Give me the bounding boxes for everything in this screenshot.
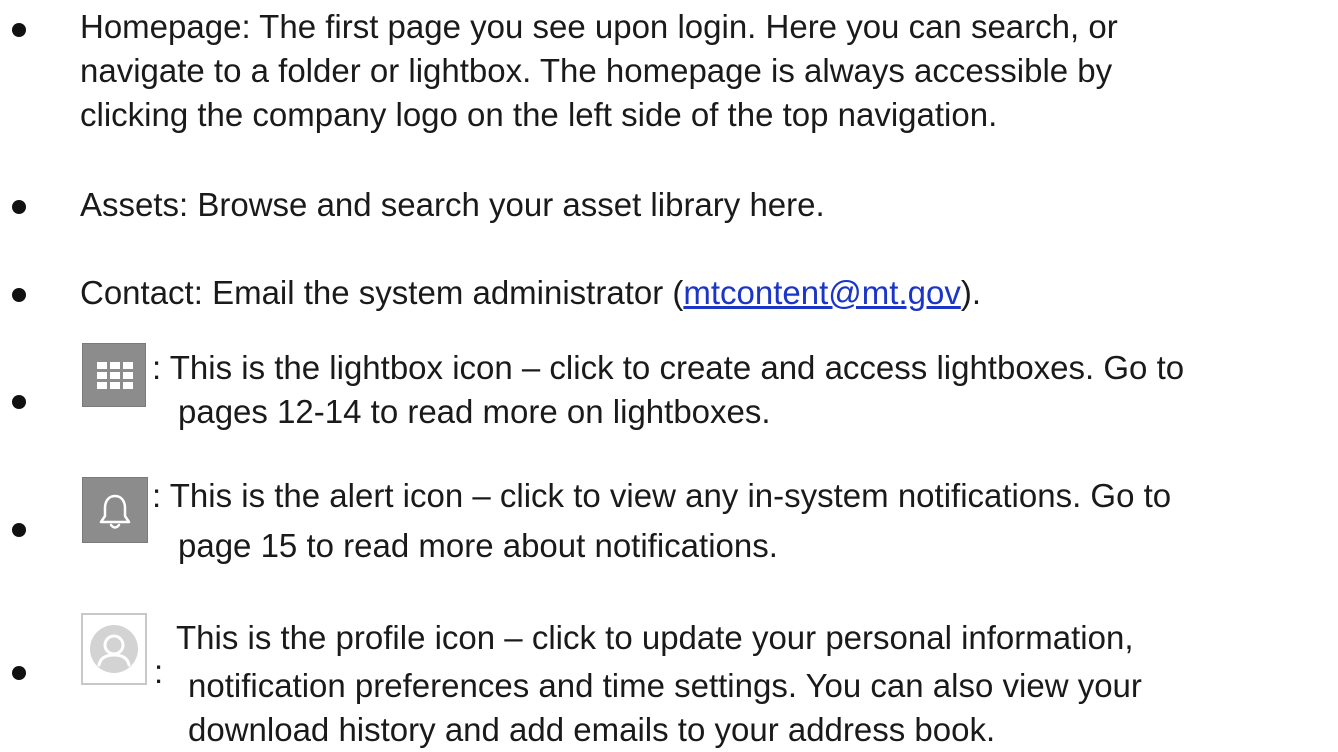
bullet-profile — [12, 666, 26, 680]
profile-text-line-1: This is the profile icon – click to upda… — [176, 619, 1134, 656]
bullet-homepage — [12, 23, 26, 37]
assets-text: Assets: Browse and search your asset lib… — [80, 186, 825, 223]
lightbox-text-line-2: pages 12-14 to read more on lightboxes. — [178, 393, 771, 430]
homepage-text-line-3: clicking the company logo on the left si… — [80, 96, 998, 133]
alert-text-line-2: page 15 to read more about notifications… — [178, 527, 778, 564]
lightbox-text-line-1: : This is the lightbox icon – click to c… — [152, 349, 1185, 386]
homepage-text-line-2: navigate to a folder or lightbox. The ho… — [80, 52, 1113, 89]
bullet-alert — [12, 523, 26, 537]
contact-prefix: Contact: Email the system administrator … — [80, 274, 684, 311]
lightbox-grid-icon — [82, 343, 146, 407]
profile-text-line-3: download history and add emails to your … — [188, 711, 996, 748]
profile-text-line-2: notification preferences and time settin… — [188, 667, 1142, 704]
contact-suffix: ). — [960, 274, 981, 311]
contact-email-link[interactable]: mtcontent@mt.gov — [683, 274, 960, 311]
bullet-contact — [12, 288, 26, 302]
contact-text: Contact: Email the system administrator … — [80, 271, 981, 315]
profile-colon: : — [154, 653, 164, 690]
bullet-assets — [12, 200, 26, 214]
alert-text-line-1: : This is the alert icon – click to view… — [152, 477, 1172, 514]
homepage-text-line-1: Homepage: The first page you see upon lo… — [80, 8, 1118, 45]
profile-avatar-icon — [81, 613, 147, 685]
bell-icon — [82, 477, 148, 543]
bullet-lightbox — [12, 395, 26, 409]
